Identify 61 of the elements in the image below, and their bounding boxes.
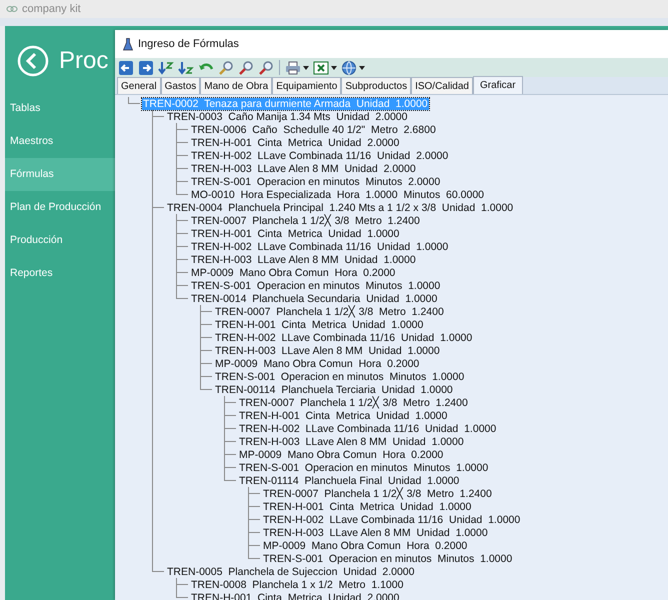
tree-item[interactable]: TREN-H-001 Cinta Metrica Unidad 2.0000 bbox=[190, 136, 400, 148]
tree-item[interactable]: TREN-0006 Caño Schedulle 40 1/2" Metro 2.6800 bbox=[190, 124, 437, 136]
tree-item[interactable]: TREN-0003 Caño Manija 1.34 Mts Unidad 2.0000 bbox=[166, 110, 408, 122]
tree-item[interactable]: TREN-H-003 LLave Alen 8 MM Unidad 1.0000 bbox=[214, 344, 441, 356]
tree-item[interactable]: TREN-0008 Planchela 1 x 1/2 Metro 1.1000 bbox=[190, 578, 404, 590]
tree-item[interactable]: TREN-0007 Planchela 1 1/2╳ 3/8 Metro 1.2400 bbox=[190, 214, 421, 226]
tab[interactable]: ISO/Calidad bbox=[411, 77, 473, 94]
tree-item[interactable]: TREN-0004 Planchuela Principal 1.240 Mts a 1 1/2 x 3/8 Unidad 1.0000 bbox=[166, 202, 514, 214]
tree-item[interactable]: TREN-H-003 LLave Alen 8 MM Unidad 2.0000 bbox=[190, 162, 417, 174]
sort-icon[interactable] bbox=[158, 60, 174, 76]
tree-item[interactable]: TREN-H-003 LLave Alen 8 MM Unidad 1.0000 bbox=[262, 526, 489, 538]
tab[interactable]: Mano de Obra bbox=[200, 77, 272, 94]
tree-item[interactable]: TREN-0007 Planchela 1 1/2╳ 3/8 Metro 1.2400 bbox=[214, 306, 445, 318]
tree-item[interactable]: TREN-S-001 Operacion en minutos Minutos 1.0000 bbox=[238, 462, 490, 474]
tree-item[interactable]: TREN-S-001 Operacion en minutos Minutos 2.0000 bbox=[190, 176, 442, 188]
tree-item[interactable]: TREN-H-001 Cinta Metrica Unidad 1.0000 bbox=[238, 410, 448, 422]
search-icon[interactable] bbox=[238, 60, 254, 76]
tab[interactable]: General bbox=[117, 77, 161, 94]
tree-item[interactable]: TREN-H-002 LLave Combinada 11/16 Unidad 1.0000 bbox=[238, 422, 498, 434]
tree-item[interactable]: MP-0009 Mano Obra Comun Hora 0.2000 bbox=[190, 266, 396, 278]
tree-item[interactable]: TREN-S-001 Operacion en minutos Minutos 1.0000 bbox=[214, 370, 466, 382]
search-icon[interactable] bbox=[258, 60, 274, 76]
link-icon bbox=[6, 5, 18, 13]
spreadsheet-icon[interactable] bbox=[313, 60, 329, 76]
caret-icon[interactable] bbox=[331, 66, 337, 70]
tree-item[interactable]: TREN-00114 Planchuela Terciaria Unidad 1.0000 bbox=[214, 384, 454, 396]
tree-item[interactable]: TREN-0005 Planchela de Sujeccion Unidad 2.0000 bbox=[166, 566, 416, 578]
tab[interactable]: Graficar bbox=[473, 76, 523, 94]
tree-item[interactable]: TREN-H-003 LLave Alen 8 MM Unidad 1.0000 bbox=[190, 254, 417, 266]
sort-icon[interactable] bbox=[178, 60, 194, 76]
tree-item[interactable]: TREN-S-001 Operacion en minutos Minutos 1.0000 bbox=[262, 552, 514, 564]
tree-item[interactable]: TREN-H-001 Cinta Metrica Unidad 1.0000 bbox=[262, 500, 472, 512]
tree-item[interactable]: TREN-0007 Planchela 1 1/2╳ 3/8 Metro 1.2400 bbox=[262, 488, 493, 500]
search-icon[interactable] bbox=[218, 60, 234, 76]
tree-item[interactable]: TREN-H-002 LLave Combinada 11/16 Unidad 1.0000 bbox=[214, 332, 474, 344]
printer-icon[interactable] bbox=[285, 60, 301, 76]
tree-item[interactable]: TREN-H-002 LLave Combinada 11/16 Unidad 2.0000 bbox=[190, 150, 450, 162]
tab[interactable]: Gastos bbox=[160, 77, 200, 94]
caret-icon[interactable] bbox=[303, 66, 309, 70]
caret-icon[interactable] bbox=[359, 66, 365, 70]
tree-item[interactable]: TREN-S-001 Operacion en minutos Minutos 1.0000 bbox=[190, 280, 442, 292]
tree-item[interactable]: MP-0009 Mano Obra Comun Hora 0.2000 bbox=[238, 448, 444, 460]
tab[interactable]: Subproductos bbox=[341, 77, 412, 94]
tab[interactable]: Equipamiento bbox=[272, 77, 342, 94]
tree-item[interactable]: TREN-0014 Planchuela Secundaria Unidad 1.0000 bbox=[190, 292, 438, 304]
app-title: company kit bbox=[22, 2, 81, 17]
tree-item[interactable]: MP-0009 Mano Obra Comun Hora 0.2000 bbox=[262, 540, 468, 552]
flask-icon bbox=[123, 38, 133, 50]
tree-item[interactable]: TREN-H-003 LLave Alen 8 MM Unidad 1.0000 bbox=[238, 436, 465, 448]
tree-item[interactable]: TREN-H-002 LLave Combinada 11/16 Unidad 1.0000 bbox=[262, 514, 522, 526]
page-title: Proc bbox=[59, 49, 108, 73]
tree-item[interactable]: TREN-0007 Planchela 1 1/2╳ 3/8 Metro 1.2400 bbox=[238, 396, 469, 408]
tree-item[interactable]: MO-0010 Hora Especializada Hora 1.0000 Minutos 60.0000 bbox=[190, 188, 486, 200]
tree-item[interactable]: TREN-01114 Planchuela Final Unidad 1.0000 bbox=[238, 474, 460, 486]
globe-icon[interactable] bbox=[341, 60, 357, 76]
back-icon[interactable] bbox=[17, 45, 49, 77]
tree-item[interactable]: MP-0009 Mano Obra Comun Hora 0.2000 bbox=[214, 358, 420, 370]
tree-item[interactable]: TREN-H-001 Cinta Metrica Unidad 1.0000 bbox=[190, 228, 400, 240]
tree-item[interactable]: TREN-H-002 LLave Combinada 11/16 Unidad 1.0000 bbox=[190, 240, 450, 252]
tree-item[interactable]: TREN-H-001 Cinta Metrica Unidad 1.0000 bbox=[214, 318, 424, 330]
dialog-title: Ingreso de Fórmulas bbox=[138, 36, 239, 52]
